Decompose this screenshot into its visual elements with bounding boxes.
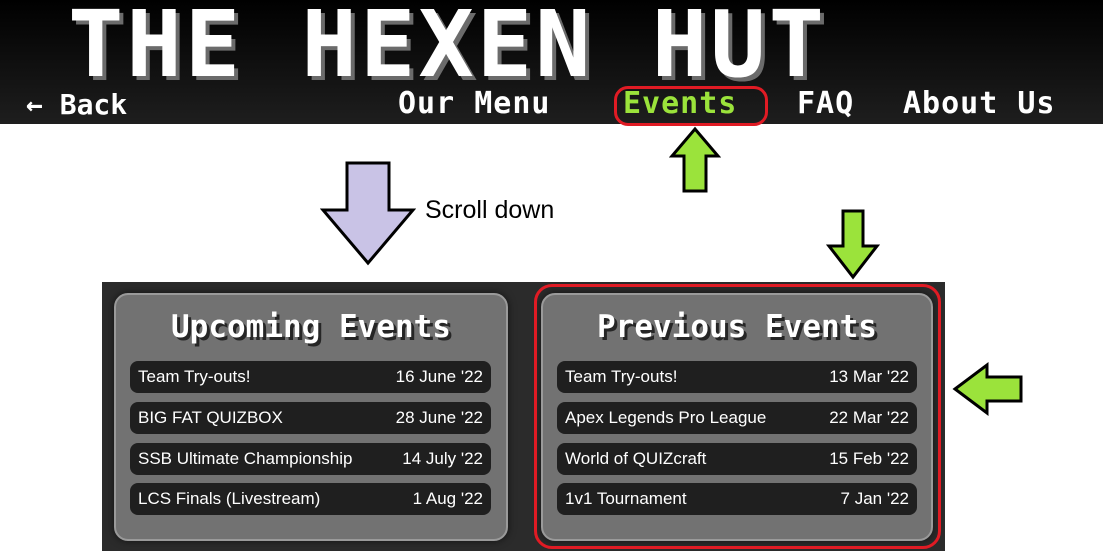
event-date: 14 July '22: [402, 449, 483, 468]
event-date: 1 Aug '22: [412, 489, 483, 508]
down-arrow-icon: [320, 161, 416, 266]
scroll-down-label: Scroll down: [425, 196, 555, 224]
event-row[interactable]: SSB Ultimate Championship 14 July '22: [130, 443, 491, 475]
events-highlight-outline: [614, 86, 768, 126]
left-pointing-arrow-icon: [952, 362, 1023, 416]
site-header: THE HEXEN HUT ← Back Our Menu Events FAQ…: [0, 0, 1103, 124]
event-row[interactable]: BIG FAT QUIZBOX 28 June '22: [130, 402, 491, 434]
nav-about-us[interactable]: About Us: [903, 86, 1056, 121]
down-arrow-icon: [826, 209, 880, 280]
up-arrow-icon: [669, 126, 721, 193]
event-name: Team Try-outs!: [138, 367, 251, 386]
back-link[interactable]: ← Back: [26, 88, 127, 121]
event-row[interactable]: Team Try-outs! 16 June '22: [130, 361, 491, 393]
event-date: 16 June '22: [395, 367, 483, 386]
event-date: 28 June '22: [395, 408, 483, 427]
event-name: LCS Finals (Livestream): [138, 489, 321, 508]
nav-faq[interactable]: FAQ: [797, 86, 854, 121]
nav-our-menu[interactable]: Our Menu: [398, 86, 551, 121]
upcoming-events-card: Upcoming Events Team Try-outs! 16 June '…: [114, 293, 508, 541]
event-name: SSB Ultimate Championship: [138, 449, 353, 468]
previous-events-highlight-outline: [534, 284, 941, 549]
upcoming-events-title: Upcoming Events: [171, 309, 451, 345]
site-title: THE HEXEN HUT: [68, 0, 828, 98]
event-row[interactable]: LCS Finals (Livestream) 1 Aug '22: [130, 483, 491, 515]
event-name: BIG FAT QUIZBOX: [138, 408, 283, 427]
